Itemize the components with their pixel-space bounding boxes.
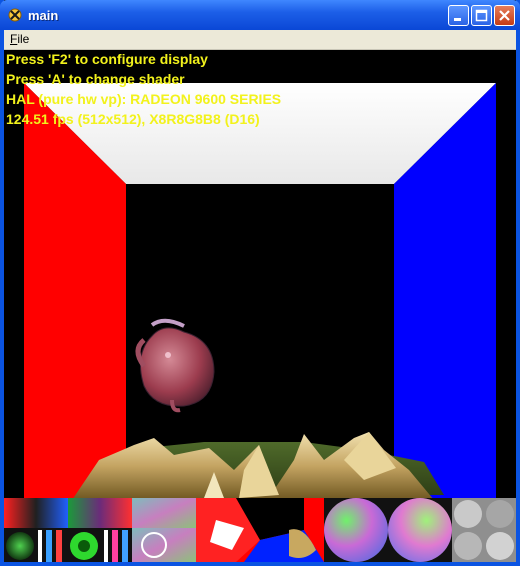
close-icon <box>499 10 510 21</box>
hud-line-device: HAL (pure hw vp): RADEON 9600 SERIES <box>6 91 282 107</box>
app-icon <box>8 8 22 22</box>
main-window: main File Press 'F2' to configure displa… <box>0 0 520 566</box>
hud-line-f2: Press 'F2' to configure display <box>6 51 208 67</box>
close-button[interactable] <box>494 5 515 26</box>
debug-texture-strip <box>4 498 516 562</box>
file-menu[interactable]: File <box>10 32 29 46</box>
minimize-icon <box>454 18 461 21</box>
maximize-icon <box>475 9 488 22</box>
title-bar[interactable]: main <box>0 0 520 30</box>
window-title: main <box>28 8 59 23</box>
hud-line-fps: 124.51 fps (512x512), X8R8G8B8 (D16) <box>6 111 260 127</box>
maximize-button[interactable] <box>471 5 492 26</box>
minimize-button[interactable] <box>448 5 469 26</box>
menu-bar: File <box>4 30 516 50</box>
render-viewport[interactable]: Press 'F2' to configure display Press 'A… <box>4 50 516 562</box>
hud-line-shader: Press 'A' to change shader <box>6 71 185 87</box>
